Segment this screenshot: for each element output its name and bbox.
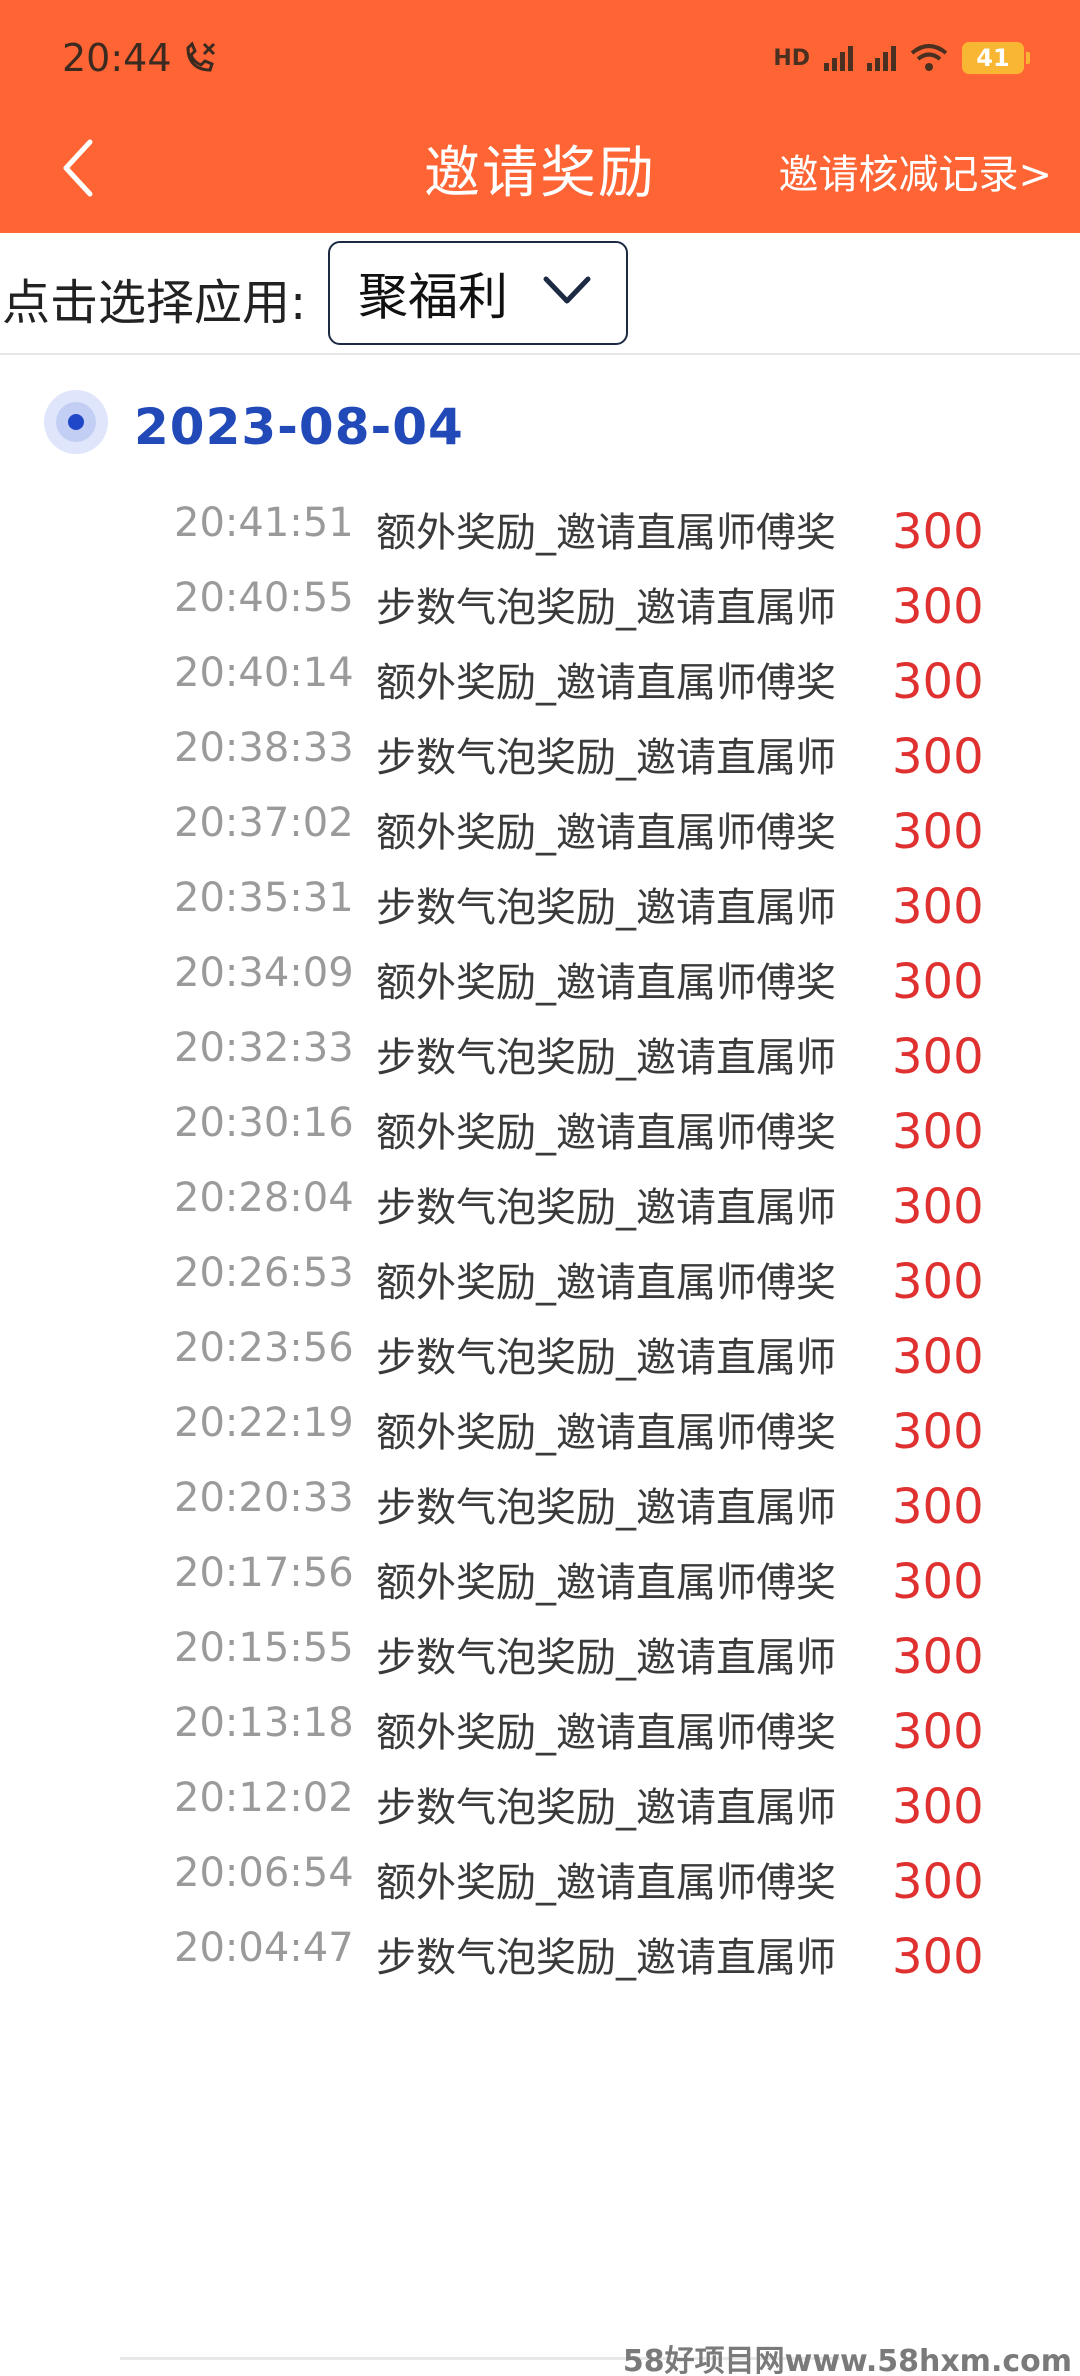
record-amount: 300 <box>892 879 984 935</box>
record-amount: 300 <box>892 654 984 710</box>
record-time: 20:32:33 <box>174 1025 354 1071</box>
wifi-icon <box>910 44 948 71</box>
record-amount: 300 <box>892 804 984 860</box>
battery-icon: 41 <box>962 42 1030 74</box>
record-time: 20:15:55 <box>174 1625 354 1671</box>
record-row: 20:34:09 额外奖励_邀请直属师傅奖 300 <box>0 948 1080 1023</box>
record-description: 额外奖励_邀请直属师傅奖 <box>376 510 836 556</box>
date-heading: 2023-08-04 <box>134 398 464 456</box>
record-time: 20:06:54 <box>174 1850 354 1896</box>
deduction-record-link[interactable]: 邀请核减记录> <box>778 142 1052 200</box>
record-time: 20:13:18 <box>174 1700 354 1746</box>
record-row: 20:40:55 步数气泡奖励_邀请直属师 300 <box>0 573 1080 648</box>
app-select-label: 点击选择应用: <box>2 275 307 331</box>
reward-record-list: 20:41:51 额外奖励_邀请直属师傅奖 300 20:40:55 步数气泡奖励_邀请… <box>0 498 1080 1998</box>
record-row: 20:35:31 步数气泡奖励_邀请直属师 300 <box>0 873 1080 948</box>
record-time: 20:41:51 <box>174 500 354 546</box>
record-time: 20:38:33 <box>174 725 354 771</box>
record-description: 额外奖励_邀请直属师傅奖 <box>376 1710 836 1756</box>
status-time: 20:44 <box>62 36 172 80</box>
record-time: 20:37:02 <box>174 800 354 846</box>
record-row: 20:38:33 步数气泡奖励_邀请直属师 300 <box>0 723 1080 798</box>
record-amount: 300 <box>892 1329 984 1385</box>
record-amount: 300 <box>892 1629 984 1685</box>
record-row: 20:37:02 额外奖励_邀请直属师傅奖 300 <box>0 798 1080 873</box>
record-time: 20:04:47 <box>174 1925 354 1971</box>
timeline-dot-icon <box>44 390 108 454</box>
watermark: 58好项目网www.58hxm.com <box>622 2344 1072 2376</box>
record-time: 20:35:31 <box>174 875 354 921</box>
record-row: 20:13:18 额外奖励_邀请直属师傅奖 300 <box>0 1698 1080 1773</box>
record-row: 20:17:56 额外奖励_邀请直属师傅奖 300 <box>0 1548 1080 1623</box>
record-amount: 300 <box>892 1704 984 1760</box>
record-amount: 300 <box>892 1029 984 1085</box>
record-row: 20:26:53 额外奖励_邀请直属师傅奖 300 <box>0 1248 1080 1323</box>
record-amount: 300 <box>892 729 984 785</box>
record-description: 额外奖励_邀请直属师傅奖 <box>376 810 836 856</box>
record-description: 步数气泡奖励_邀请直属师 <box>376 1785 836 1831</box>
record-row: 20:30:16 额外奖励_邀请直属师傅奖 300 <box>0 1098 1080 1173</box>
record-time: 20:17:56 <box>174 1550 354 1596</box>
record-row: 20:32:33 步数气泡奖励_邀请直属师 300 <box>0 1023 1080 1098</box>
record-amount: 300 <box>892 1854 984 1910</box>
record-row: 20:41:51 额外奖励_邀请直属师傅奖 300 <box>0 498 1080 573</box>
record-description: 步数气泡奖励_邀请直属师 <box>376 735 836 781</box>
record-amount: 300 <box>892 1929 984 1985</box>
record-time: 20:20:33 <box>174 1475 354 1521</box>
record-time: 20:12:02 <box>174 1775 354 1821</box>
record-time: 20:40:55 <box>174 575 354 621</box>
record-amount: 300 <box>892 1254 984 1310</box>
record-amount: 300 <box>892 1404 984 1460</box>
record-amount: 300 <box>892 954 984 1010</box>
record-description: 额外奖励_邀请直属师傅奖 <box>376 1260 836 1306</box>
record-amount: 300 <box>892 1104 984 1160</box>
app-select-value: 聚福利 <box>358 268 508 326</box>
record-description: 步数气泡奖励_邀请直属师 <box>376 1485 836 1531</box>
status-icons: HD 41 <box>773 38 1030 78</box>
record-row: 20:40:14 额外奖励_邀请直属师傅奖 300 <box>0 648 1080 723</box>
record-time: 20:26:53 <box>174 1250 354 1296</box>
record-row: 20:12:02 步数气泡奖励_邀请直属师 300 <box>0 1773 1080 1848</box>
app-select-row: 点击选择应用: 聚福利 <box>0 233 1080 355</box>
record-time: 20:28:04 <box>174 1175 354 1221</box>
record-description: 额外奖励_邀请直属师傅奖 <box>376 1860 836 1906</box>
record-row: 20:28:04 步数气泡奖励_邀请直属师 300 <box>0 1173 1080 1248</box>
record-description: 步数气泡奖励_邀请直属师 <box>376 585 836 631</box>
chevron-down-icon <box>543 276 591 304</box>
record-description: 额外奖励_邀请直属师傅奖 <box>376 960 836 1006</box>
record-description: 额外奖励_邀请直属师傅奖 <box>376 1110 836 1156</box>
app-select-dropdown[interactable]: 聚福利 <box>328 241 628 345</box>
record-time: 20:40:14 <box>174 650 354 696</box>
record-amount: 300 <box>892 579 984 635</box>
record-description: 额外奖励_邀请直属师傅奖 <box>376 660 836 706</box>
record-description: 步数气泡奖励_邀请直属师 <box>376 1635 836 1681</box>
hd-icon: HD <box>773 45 810 71</box>
record-time: 20:23:56 <box>174 1325 354 1371</box>
top-bar: 20:44 HD 41 邀请奖励 邀请核减记录> <box>0 0 1080 233</box>
record-amount: 300 <box>892 1779 984 1835</box>
signal-4g-icon-2 <box>867 45 896 71</box>
call-forward-icon <box>186 41 216 72</box>
record-description: 步数气泡奖励_邀请直属师 <box>376 1335 836 1381</box>
record-description: 步数气泡奖励_邀请直属师 <box>376 1935 836 1981</box>
record-amount: 300 <box>892 1179 984 1235</box>
record-description: 额外奖励_邀请直属师傅奖 <box>376 1410 836 1456</box>
record-amount: 300 <box>892 1554 984 1610</box>
record-amount: 300 <box>892 504 984 560</box>
record-row: 20:20:33 步数气泡奖励_邀请直属师 300 <box>0 1473 1080 1548</box>
record-description: 步数气泡奖励_邀请直属师 <box>376 885 836 931</box>
record-description: 额外奖励_邀请直属师傅奖 <box>376 1560 836 1606</box>
record-row: 20:22:19 额外奖励_邀请直属师傅奖 300 <box>0 1398 1080 1473</box>
record-time: 20:34:09 <box>174 950 354 996</box>
record-description: 步数气泡奖励_邀请直属师 <box>376 1035 836 1081</box>
record-time: 20:30:16 <box>174 1100 354 1146</box>
record-row: 20:04:47 步数气泡奖励_邀请直属师 300 <box>0 1923 1080 1998</box>
record-time: 20:22:19 <box>174 1400 354 1446</box>
record-description: 步数气泡奖励_邀请直属师 <box>376 1185 836 1231</box>
record-amount: 300 <box>892 1479 984 1535</box>
record-row: 20:15:55 步数气泡奖励_邀请直属师 300 <box>0 1623 1080 1698</box>
record-row: 20:23:56 步数气泡奖励_邀请直属师 300 <box>0 1323 1080 1398</box>
record-row: 20:06:54 额外奖励_邀请直属师傅奖 300 <box>0 1848 1080 1923</box>
signal-4g-icon <box>824 45 853 71</box>
